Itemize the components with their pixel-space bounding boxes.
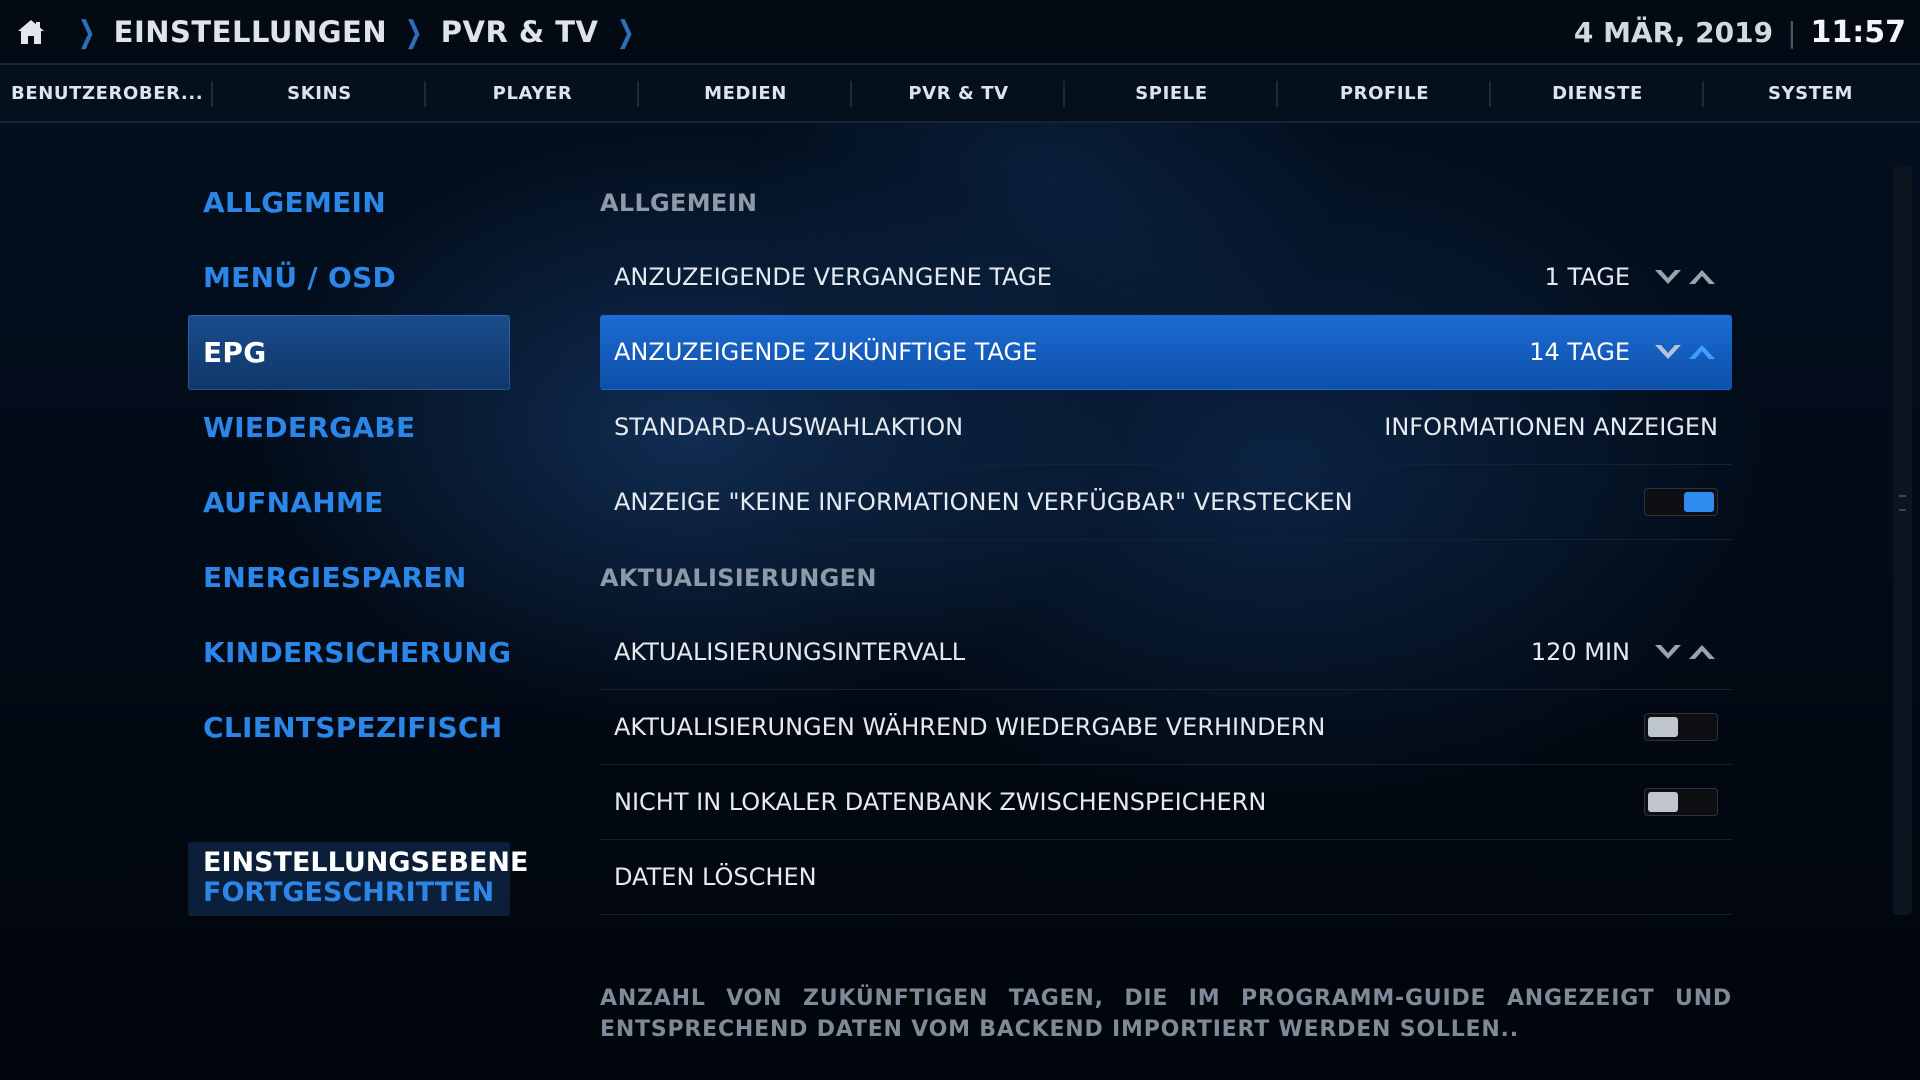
category-recording[interactable]: AUFNAHME xyxy=(188,465,510,540)
value-spinner xyxy=(1652,341,1718,363)
setting-label: NICHT IN LOKALER DATENBANK ZWISCHENSPEIC… xyxy=(614,788,1267,816)
tab-media[interactable]: MEDIEN xyxy=(639,65,852,121)
category-power-saving[interactable]: ENERGIESPAREN xyxy=(188,540,510,615)
setting-future-days[interactable]: ANZUZEIGENDE ZUKÜNFTIGE TAGE 14 TAGE xyxy=(600,315,1732,390)
setting-label: STANDARD-AUSWAHLAKTION xyxy=(614,413,964,441)
scrollbar[interactable] xyxy=(1893,165,1912,915)
settings-level-title: EINSTELLUNGSEBENE xyxy=(203,847,529,878)
toggle-knob xyxy=(1648,792,1678,812)
chevron-up-icon[interactable] xyxy=(1686,641,1718,663)
setting-label: ANZEIGE "KEINE INFORMATIONEN VERFÜGBAR" … xyxy=(614,488,1353,516)
date-display: 4 MÄR, 2019 xyxy=(1573,15,1774,49)
settings-tab-bar: BENUTZEROBER... SKINS PLAYER MEDIEN PVR … xyxy=(0,65,1920,123)
toggle-switch[interactable] xyxy=(1644,788,1718,816)
setting-description: ANZAHL VON ZUKÜNFTIGEN TAGEN, DIE IM PRO… xyxy=(600,986,1732,1042)
setting-default-action[interactable]: STANDARD-AUSWAHLAKTION INFORMATIONEN ANZ… xyxy=(600,390,1732,465)
breadcrumb-item-pvr[interactable]: PVR & TV xyxy=(441,15,599,49)
settings-list: ALLGEMEIN ANZUZEIGENDE VERGANGENE TAGE 1… xyxy=(600,165,1732,915)
toggle-knob xyxy=(1648,717,1678,737)
clock-divider: | xyxy=(1787,15,1797,49)
setting-past-days[interactable]: ANZUZEIGENDE VERGANGENE TAGE 1 TAGE xyxy=(600,240,1732,315)
category-parental-control[interactable]: KINDERSICHERUNG xyxy=(188,615,511,690)
category-menu-osd[interactable]: MENÜ / OSD xyxy=(188,240,510,315)
tab-skins[interactable]: SKINS xyxy=(213,65,426,121)
toggle-knob xyxy=(1684,492,1714,512)
tab-games[interactable]: SPIELE xyxy=(1065,65,1278,121)
toggle-switch[interactable] xyxy=(1644,488,1718,516)
value-spinner xyxy=(1652,641,1718,663)
setting-value: 14 TAGE xyxy=(1529,338,1630,366)
category-general[interactable]: ALLGEMEIN xyxy=(188,165,510,240)
chevron-down-icon[interactable] xyxy=(1652,641,1684,663)
setting-update-interval[interactable]: AKTUALISIERUNGSINTERVALL 120 MIN xyxy=(600,615,1732,690)
toggle-switch[interactable] xyxy=(1644,713,1718,741)
category-list: ALLGEMEIN MENÜ / OSD EPG WIEDERGABE AUFN… xyxy=(188,165,511,765)
kodi-settings-screen: ❯ EINSTELLUNGEN ❯ PVR & TV ❯ 4 MÄR, 2019… xyxy=(0,0,1920,1080)
tab-profiles[interactable]: PROFILE xyxy=(1278,65,1491,121)
date-time: 4 MÄR, 2019 | 11:57 xyxy=(1574,0,1906,64)
setting-label: AKTUALISIERUNGEN WÄHREND WIEDERGABE VERH… xyxy=(614,713,1326,741)
setting-value: INFORMATIONEN ANZEIGEN xyxy=(1384,413,1718,441)
setting-label: AKTUALISIERUNGSINTERVALL xyxy=(614,638,966,666)
tab-interface[interactable]: BENUTZEROBER... xyxy=(0,65,213,121)
setting-label: ANZUZEIGENDE ZUKÜNFTIGE TAGE xyxy=(614,338,1038,366)
category-client-specific[interactable]: CLIENTSPEZIFISCH xyxy=(188,690,510,765)
chevron-right-icon: ❯ xyxy=(616,14,635,50)
setting-prevent-updates-playback[interactable]: AKTUALISIERUNGEN WÄHREND WIEDERGABE VERH… xyxy=(600,690,1732,765)
top-bar: ❯ EINSTELLUNGEN ❯ PVR & TV ❯ 4 MÄR, 2019… xyxy=(0,0,1920,65)
section-header-general: ALLGEMEIN xyxy=(600,188,758,217)
chevron-up-icon[interactable] xyxy=(1686,341,1718,363)
setting-clear-data[interactable]: DATEN LÖSCHEN xyxy=(600,840,1732,915)
chevron-right-icon: ❯ xyxy=(77,14,96,50)
time-display: 11:57 xyxy=(1810,14,1907,50)
settings-level-button[interactable]: EINSTELLUNGSEBENE FORTGESCHRITTEN xyxy=(188,842,529,916)
setting-hide-no-info[interactable]: ANZEIGE "KEINE INFORMATIONEN VERFÜGBAR" … xyxy=(600,465,1732,540)
chevron-down-icon[interactable] xyxy=(1652,341,1684,363)
setting-value: 120 MIN xyxy=(1530,638,1630,666)
setting-label: DATEN LÖSCHEN xyxy=(614,863,817,891)
setting-label: ANZUZEIGENDE VERGANGENE TAGE xyxy=(614,263,1052,291)
home-icon[interactable] xyxy=(16,17,46,47)
value-spinner xyxy=(1652,266,1718,288)
breadcrumb: ❯ EINSTELLUNGEN ❯ PVR & TV ❯ xyxy=(16,0,652,64)
breadcrumb-item-settings[interactable]: EINSTELLUNGEN xyxy=(114,15,387,49)
tab-services[interactable]: DIENSTE xyxy=(1491,65,1704,121)
category-epg[interactable]: EPG xyxy=(188,315,510,390)
chevron-up-icon[interactable] xyxy=(1686,266,1718,288)
tab-system[interactable]: SYSTEM xyxy=(1704,65,1917,121)
category-playback[interactable]: WIEDERGABE xyxy=(188,390,510,465)
tab-pvr-tv[interactable]: PVR & TV xyxy=(852,65,1065,121)
tab-player[interactable]: PLAYER xyxy=(426,65,639,121)
section-header-updates: AKTUALISIERUNGEN xyxy=(600,563,877,592)
scrollbar-grip[interactable] xyxy=(1899,495,1906,511)
settings-level-value: FORTGESCHRITTEN xyxy=(203,877,495,908)
setting-value: 1 TAGE xyxy=(1544,263,1630,291)
chevron-right-icon: ❯ xyxy=(404,14,423,50)
chevron-down-icon[interactable] xyxy=(1652,266,1684,288)
setting-no-local-cache[interactable]: NICHT IN LOKALER DATENBANK ZWISCHENSPEIC… xyxy=(600,765,1732,840)
